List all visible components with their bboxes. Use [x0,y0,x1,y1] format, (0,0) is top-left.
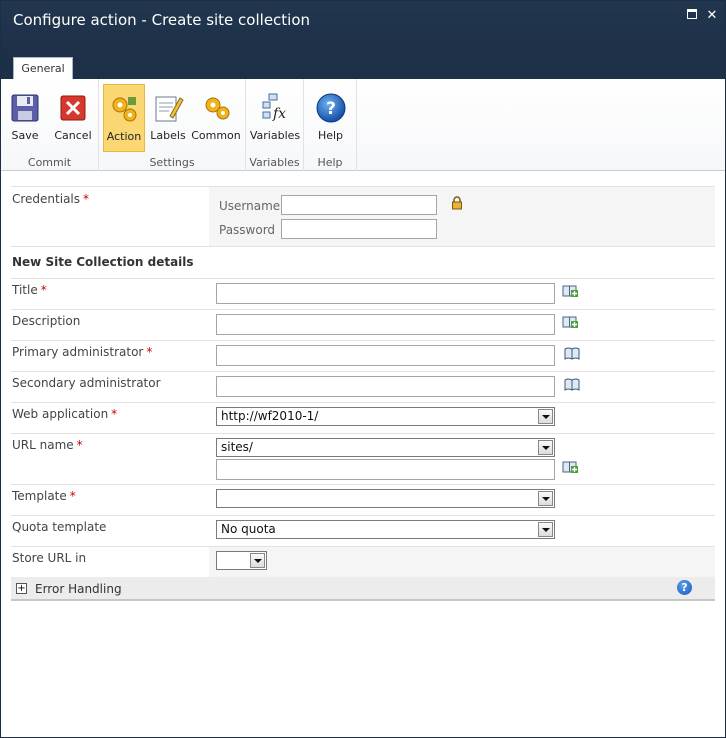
error-handling-label: Error Handling [35,582,122,596]
help-button[interactable]: ? Help [309,84,352,152]
store-url-label: Store URL in [12,551,87,565]
ribbon-tab-strip: General [1,53,725,79]
row-web-application: Web application * http://wf2010-1/ [11,402,715,433]
web-application-value: http://wf2010-1/ [221,409,319,423]
address-book-icon[interactable] [564,377,580,391]
ribbon-group-commit: Save Cancel Commit [1,79,99,171]
svg-text:fx: fx [272,106,286,122]
labels-button[interactable]: Labels [147,84,189,152]
web-application-select[interactable]: http://wf2010-1/ [216,407,555,426]
row-url-name: URL name * sites/ [11,433,715,484]
web-application-label: Web application * [12,407,118,421]
dropdown-arrow-icon[interactable] [538,491,553,506]
insert-reference-icon[interactable] [562,460,578,474]
variables-fx-icon: fx [262,93,286,122]
dialog-window: Configure action - Create site collectio… [0,0,726,738]
dialog-title: Configure action - Create site collectio… [13,11,311,29]
description-input[interactable] [216,314,555,335]
secondary-admin-label: Secondary administrator [12,376,161,390]
dropdown-arrow-icon[interactable] [538,409,553,424]
action-button[interactable]: Action [103,84,145,152]
url-name-select[interactable]: sites/ [216,438,555,457]
title-bar: Configure action - Create site collectio… [1,1,725,53]
expand-icon[interactable]: + [16,583,27,594]
url-name-input[interactable] [216,459,555,480]
cancel-x-icon [60,95,86,121]
primary-admin-input[interactable] [216,345,555,366]
row-title: Title * [11,278,715,309]
description-label: Description [12,314,81,328]
floppy-disk-icon [11,94,39,122]
row-section-heading: New Site Collection details [11,246,715,278]
ribbon-group-help: ? Help Help [304,79,357,171]
save-button[interactable]: Save [5,84,45,152]
row-quota-template: Quota template No quota [11,515,715,546]
address-book-icon[interactable] [564,346,580,360]
url-name-value: sites/ [221,440,253,454]
quota-template-select[interactable]: No quota [216,520,555,539]
group-label-commit: Commit [27,156,72,169]
dropdown-arrow-icon[interactable] [538,440,553,455]
labels-pencil-icon [155,96,184,122]
ribbon: Save Cancel Commit Action Labels Common … [1,79,725,171]
quota-template-label: Quota template [12,520,107,534]
template-select[interactable] [216,489,555,508]
action-label: Action [106,130,142,143]
close-icon[interactable]: ✕ [705,9,719,23]
quota-template-value: No quota [221,522,276,536]
cancel-button[interactable]: Cancel [51,84,95,152]
username-label: Username [219,199,281,213]
username-input[interactable] [281,195,437,215]
help-question-icon: ? [316,93,345,123]
gears-icon [112,97,137,122]
row-store-url: Store URL in [11,546,715,577]
section-title: New Site Collection details [12,255,194,269]
template-label: Template * [12,489,76,503]
store-url-select[interactable] [216,551,267,570]
ribbon-group-variables: fx Variables Variables [246,79,304,171]
svg-text:?: ? [326,99,336,119]
url-name-label: URL name * [12,438,83,452]
password-label: Password [219,223,276,237]
variables-label: Variables [249,129,301,142]
dropdown-arrow-icon[interactable] [250,553,265,568]
labels-label: Labels [150,129,186,142]
secondary-admin-input[interactable] [216,376,555,397]
row-description: Description [11,309,715,340]
row-credentials: Credentials * Username Password [11,186,715,246]
error-handling-bar[interactable]: + Error Handling ? [11,577,715,601]
help-icon[interactable]: ? [677,580,692,595]
insert-reference-icon[interactable] [562,315,578,329]
ribbon-group-settings: Action Labels Common Settings [99,79,246,171]
help-label: Help [317,129,344,142]
dropdown-arrow-icon[interactable] [538,522,553,537]
group-label-help: Help [317,156,343,169]
password-input[interactable] [281,219,437,239]
lock-icon[interactable] [451,196,463,210]
title-label: Title * [12,283,47,297]
variables-button[interactable]: fx Variables [249,84,301,152]
common-label: Common [191,129,241,142]
save-label: Save [11,129,39,142]
primary-admin-label: Primary administrator * [12,345,153,359]
common-gears-icon [205,97,230,120]
title-input[interactable] [216,283,555,304]
cancel-label: Cancel [54,129,92,142]
row-secondary-admin: Secondary administrator [11,371,715,402]
row-template: Template * [11,484,715,515]
group-label-settings: Settings [149,156,195,169]
group-label-variables: Variables [249,156,300,169]
common-button[interactable]: Common [191,84,241,152]
tab-general[interactable]: General [13,57,73,79]
credentials-label: Credentials * [12,192,90,206]
row-primary-admin: Primary administrator * [11,340,715,371]
insert-reference-icon[interactable] [562,284,578,298]
maximize-icon[interactable] [685,9,699,23]
